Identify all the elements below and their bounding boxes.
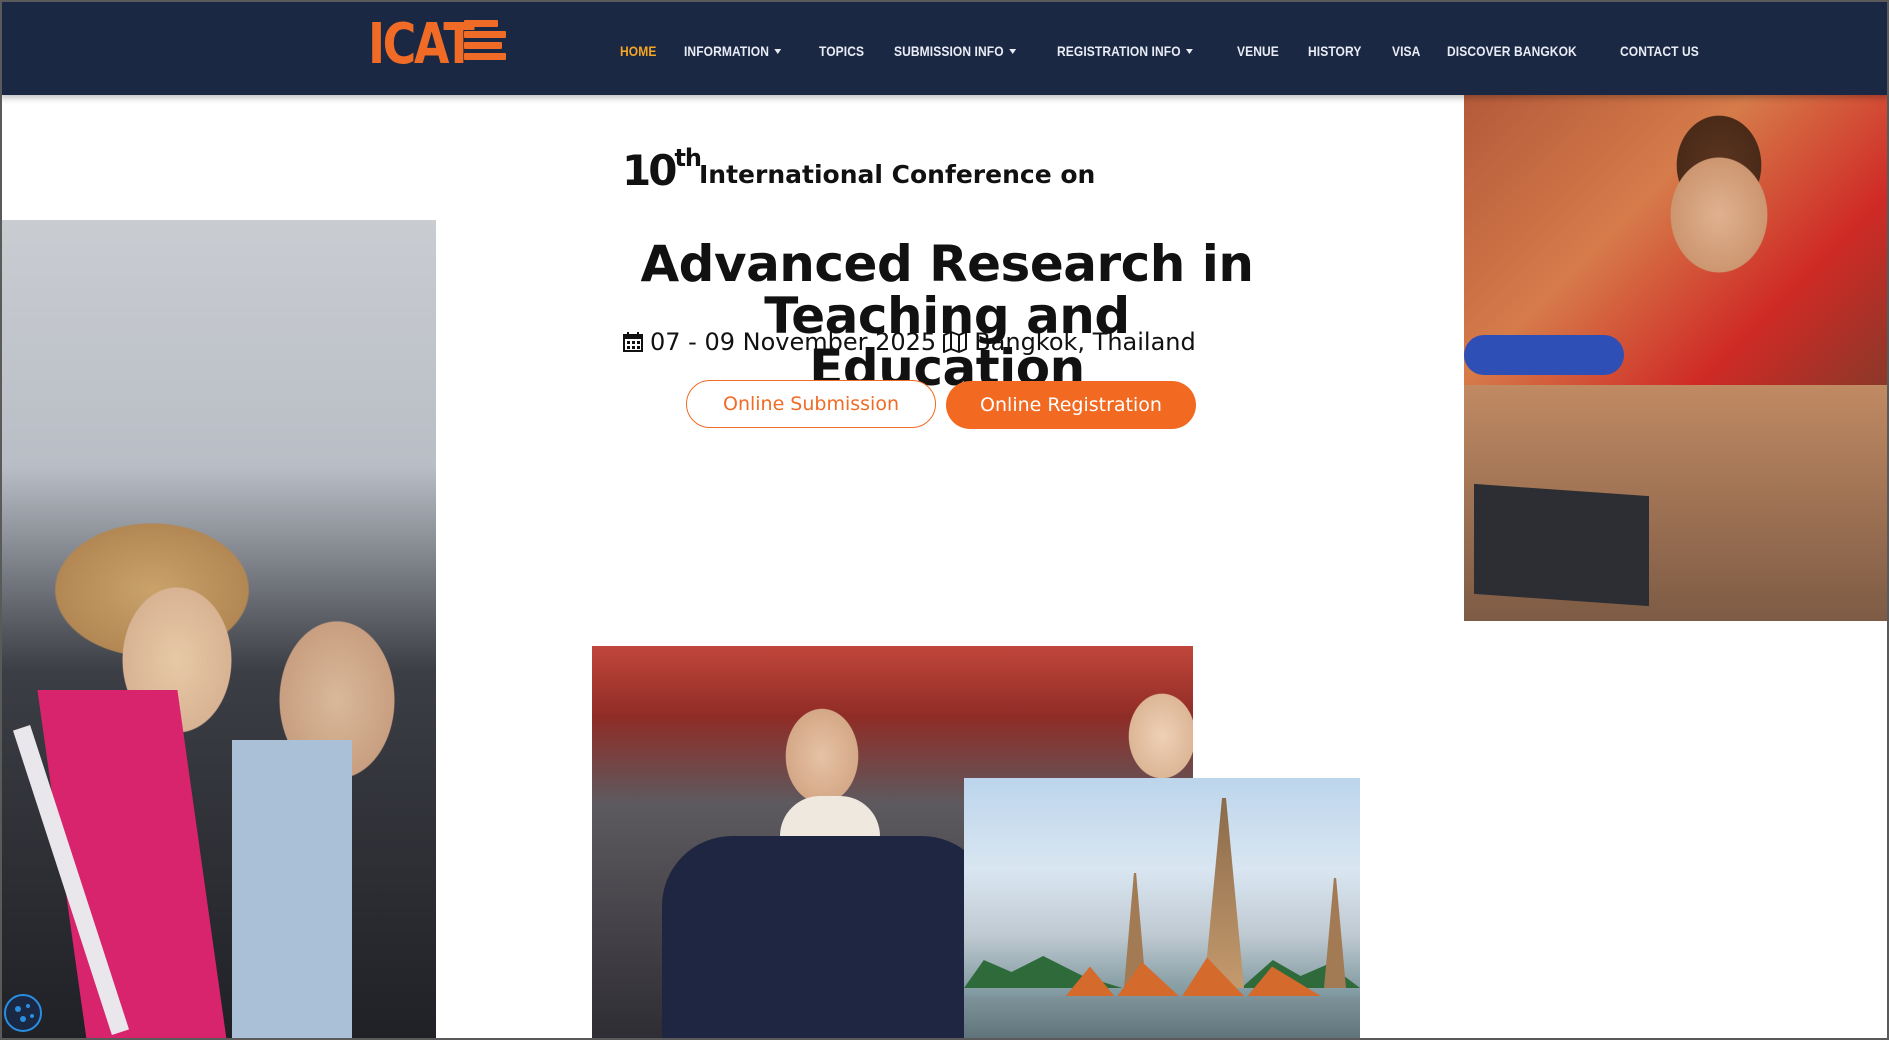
caret-down-icon — [774, 48, 782, 54]
nav-item-visa[interactable]: VISA — [1392, 43, 1420, 59]
nav-item-history[interactable]: HISTORY — [1308, 43, 1361, 59]
children-computer-class-photo — [1464, 95, 1889, 621]
nav-label: REGISTRATION INFO — [1057, 43, 1181, 59]
online-registration-button[interactable]: Online Registration — [946, 381, 1196, 429]
cookie-settings-icon[interactable] — [4, 994, 42, 1032]
bangkok-temple-photo — [964, 778, 1360, 1040]
calendar-icon — [623, 332, 643, 352]
nav-item-submission-info[interactable]: SUBMISSION INFO — [894, 43, 1016, 59]
nav-item-topics[interactable]: TOPICS — [819, 43, 864, 59]
nav-label: VENUE — [1237, 43, 1279, 59]
nav-item-home[interactable]: HOME — [620, 43, 656, 59]
conference-subtitle: International Conference on — [699, 160, 1096, 189]
nav-label: INFORMATION — [684, 43, 770, 59]
nav-label: DISCOVER BANGKOK — [1446, 43, 1577, 59]
event-date: 07 - 09 November 2025 — [650, 328, 937, 356]
nav-item-information[interactable]: INFORMATION — [684, 43, 782, 59]
title-line-1: Advanced Research in — [640, 234, 1254, 293]
conference-title: Advanced Research in Teaching and Educat… — [622, 238, 1272, 394]
nav-item-venue[interactable]: VENUE — [1237, 43, 1279, 59]
site-header: ICAT HOME INFORMATION TOPICS SUBMISSION … — [0, 0, 1889, 95]
edition-suffix: th — [674, 144, 702, 172]
caret-down-icon — [1008, 48, 1016, 54]
site-logo[interactable]: ICAT — [368, 16, 508, 74]
edition-digits: 10 — [622, 146, 677, 195]
online-submission-button[interactable]: Online Submission — [686, 380, 936, 428]
logo-text: ICAT — [368, 12, 475, 77]
conference-attendees-photo — [2, 220, 436, 1040]
nav-label: HOME — [620, 43, 657, 59]
nav-item-discover-bangkok[interactable]: DISCOVER BANGKOK — [1447, 43, 1577, 59]
nav-item-registration-info[interactable]: REGISTRATION INFO — [1057, 43, 1193, 59]
logo-bars-icon — [464, 20, 506, 72]
nav-label: TOPICS — [819, 43, 865, 59]
event-location: Bangkok, Thailand — [974, 328, 1196, 356]
nav-label: CONTACT US — [1619, 43, 1699, 59]
map-icon — [943, 331, 968, 353]
event-meta: 07 - 09 November 2025 Bangkok, Thailand — [622, 328, 1196, 356]
nav-label: SUBMISSION INFO — [893, 43, 1004, 59]
nav-label: HISTORY — [1307, 43, 1362, 59]
nav-label: VISA — [1391, 43, 1421, 59]
nav-item-contact-us[interactable]: CONTACT US — [1620, 43, 1699, 59]
caret-down-icon — [1186, 48, 1193, 54]
edition-number: 10th — [622, 144, 702, 195]
main-nav: HOME INFORMATION TOPICS SUBMISSION INFO … — [620, 0, 1734, 102]
